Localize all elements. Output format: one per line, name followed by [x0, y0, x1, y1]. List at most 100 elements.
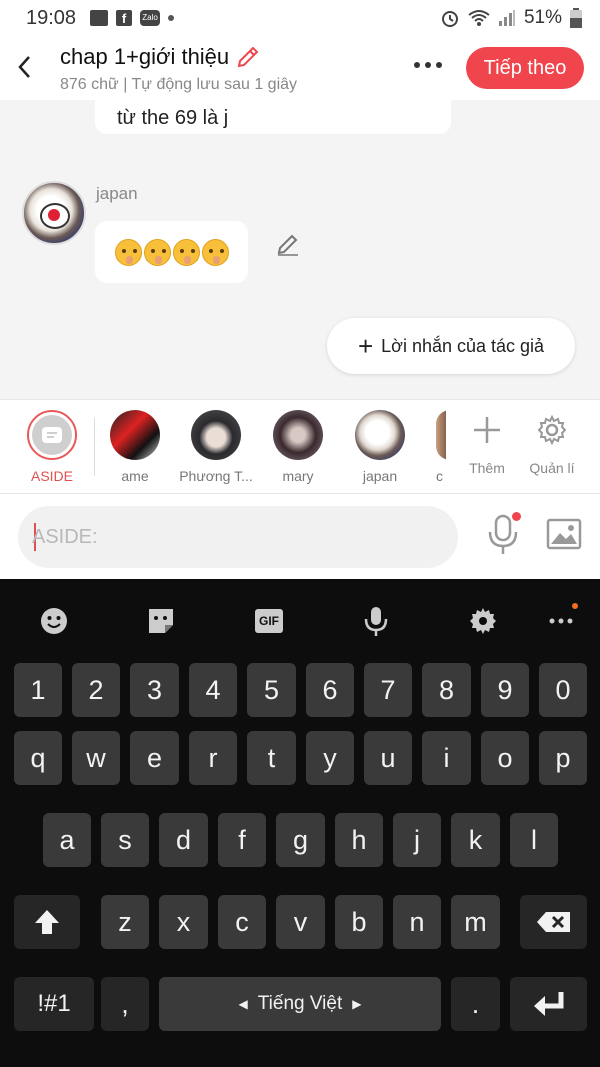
emoji-message-bubble[interactable] [95, 221, 248, 283]
key-0[interactable]: 0 [539, 663, 587, 717]
key-2[interactable]: 2 [72, 663, 120, 717]
symbols-key[interactable]: !#1 [14, 977, 94, 1031]
smiley-icon [41, 608, 67, 634]
key-4[interactable]: 4 [189, 663, 237, 717]
enter-key[interactable] [510, 977, 587, 1031]
mary-avatar [273, 410, 323, 460]
gear-icon [537, 414, 567, 446]
key-f[interactable]: f [218, 813, 266, 867]
key-z[interactable]: z [101, 895, 149, 949]
key-c[interactable]: c [218, 895, 266, 949]
key-j[interactable]: j [393, 813, 441, 867]
key-a[interactable]: a [43, 813, 91, 867]
key-k[interactable]: k [451, 813, 500, 867]
comma-key[interactable]: , [101, 977, 149, 1031]
backspace-icon [536, 912, 570, 932]
space-key[interactable]: ◀ Tiếng Việt ▶ [159, 977, 441, 1031]
more-dots-icon [414, 62, 442, 68]
editor-header: chap 1+giới thiệu 876 chữ | Tự động lưu … [0, 36, 600, 100]
manage-characters-button[interactable]: Quản lí [522, 412, 582, 476]
character-mary[interactable]: mary [263, 410, 333, 484]
key-l[interactable]: l [510, 813, 558, 867]
key-v[interactable]: v [276, 895, 325, 949]
key-s[interactable]: s [101, 813, 149, 867]
space-language-label: Tiếng Việt [257, 993, 343, 1014]
backspace-key[interactable] [520, 895, 587, 949]
chapter-title[interactable]: chap 1+giới thiệu [60, 44, 261, 70]
key-n[interactable]: n [393, 895, 441, 949]
character-phuong[interactable]: Phương T... [178, 410, 254, 484]
previous-message-bubble[interactable]: từ the 69 là j [95, 100, 451, 134]
key-h[interactable]: h [335, 813, 383, 867]
key-x[interactable]: x [159, 895, 208, 949]
character-ame[interactable]: ame [100, 410, 170, 484]
key-e[interactable]: e [130, 731, 179, 785]
mic-badge [512, 512, 521, 521]
character-partial[interactable]: c [406, 410, 446, 484]
character-bar: ASIDE ame Phương T... mary japan c Thêm … [0, 399, 600, 494]
key-d[interactable]: d [159, 813, 208, 867]
period-key[interactable]: . [451, 977, 500, 1031]
key-8[interactable]: 8 [422, 663, 471, 717]
shushing-face-emoji [202, 239, 229, 266]
message-input-container[interactable] [18, 506, 458, 568]
author-note-button[interactable]: + Lời nhắn của tác giả [327, 318, 575, 374]
key-u[interactable]: u [364, 731, 412, 785]
back-button[interactable] [12, 50, 36, 84]
character-aside[interactable]: ASIDE [17, 410, 87, 484]
insert-image-button[interactable] [546, 518, 582, 550]
keyboard-settings-key[interactable] [463, 603, 503, 639]
key-o[interactable]: o [481, 731, 529, 785]
zalo-notification-icon: Zalo [140, 10, 161, 26]
gear-icon [470, 608, 496, 634]
shushing-face-emoji [144, 239, 171, 266]
key-9[interactable]: 9 [481, 663, 529, 717]
chevron-left-icon [18, 56, 30, 78]
input-bar [0, 494, 600, 579]
next-button[interactable]: Tiếp theo [466, 47, 584, 89]
key-r[interactable]: r [189, 731, 237, 785]
sticker-key[interactable] [141, 603, 181, 639]
shift-key[interactable] [14, 895, 80, 949]
character-japan[interactable]: japan [345, 410, 415, 484]
emoji-key[interactable] [34, 603, 74, 639]
key-m[interactable]: m [451, 895, 500, 949]
edit-title-pencil-icon[interactable] [235, 44, 261, 70]
enter-arrow-icon [533, 992, 563, 1016]
microphone-icon [364, 607, 388, 636]
key-7[interactable]: 7 [364, 663, 412, 717]
plus-icon: + [357, 331, 374, 361]
author-note-label: Lời nhắn của tác giả [381, 335, 545, 356]
battery-icon [570, 8, 582, 28]
key-p[interactable]: p [539, 731, 587, 785]
sender-avatar[interactable] [22, 181, 86, 245]
gif-key[interactable]: GIF [249, 603, 289, 639]
shushing-face-emoji [115, 239, 142, 266]
character-label: ame [121, 468, 149, 484]
voice-input-button[interactable] [486, 512, 522, 556]
key-6[interactable]: 6 [306, 663, 354, 717]
key-g[interactable]: g [276, 813, 325, 867]
japan-avatar [355, 410, 405, 460]
chapter-title-text: chap 1+giới thiệu [60, 44, 230, 69]
key-i[interactable]: i [422, 731, 471, 785]
key-3[interactable]: 3 [130, 663, 179, 717]
character-label: mary [282, 468, 314, 484]
key-y[interactable]: y [306, 731, 354, 785]
key-q[interactable]: q [14, 731, 62, 785]
manage-label: Quản lí [529, 460, 575, 476]
message-input[interactable] [32, 518, 432, 556]
edit-message-button[interactable] [275, 231, 301, 262]
language-left-arrow-icon: ◀ [238, 997, 248, 1011]
plus-icon [474, 417, 500, 443]
more-options-button[interactable] [412, 50, 444, 87]
key-5[interactable]: 5 [247, 663, 296, 717]
voice-key[interactable] [356, 603, 396, 639]
key-t[interactable]: t [247, 731, 296, 785]
add-character-button[interactable]: Thêm [457, 412, 517, 476]
key-b[interactable]: b [335, 895, 383, 949]
alarm-icon [441, 11, 458, 27]
key-w[interactable]: w [72, 731, 120, 785]
key-1[interactable]: 1 [14, 663, 62, 717]
emoji-message [115, 239, 229, 266]
